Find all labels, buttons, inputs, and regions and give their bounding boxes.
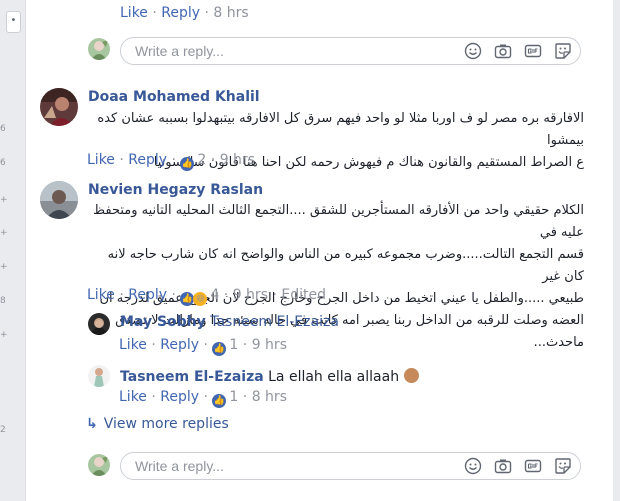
reply-text: La ellah ella allaah [268,369,400,385]
like-reaction-icon: 👍 [212,342,227,356]
commenter-name[interactable]: Nevien Hegazy Raslan [88,182,263,198]
like-link[interactable]: Like [120,5,148,21]
sticker-icon[interactable] [554,457,572,475]
like-link[interactable]: Like [87,152,115,168]
comment-actions: Like · Reply · 👍 2 · 9 hrs [87,152,255,171]
edge-fragment: + [0,195,8,205]
tagged-name[interactable]: Tasneem El-Ezaiza [210,314,339,330]
comment-actions: Like · Reply · 👍 😆 4 · 9 hrs · Edited [87,287,326,306]
reaction-count[interactable]: 👍 2 [180,152,206,171]
comment-text: الكلام حقيقي واحد من الأفارقه المستأجرين… [93,203,584,350]
timestamp[interactable]: 8 hrs [213,5,248,21]
like-reaction-icon: 👍 [180,157,195,171]
edge-fragment: 2 [0,425,6,435]
edge-fragment: 6 [0,158,6,168]
emoji-icon[interactable] [464,457,482,475]
reply-actions: Like · Reply · 👍 1 · 9 hrs [119,337,287,356]
reaction-count[interactable]: 👍 1 [212,337,238,356]
reply-content: Tasneem El-Ezaiza La ellah ella allaah [120,368,419,385]
sticker-icon[interactable] [554,42,572,60]
gif-icon[interactable] [524,42,542,60]
avatar[interactable] [88,38,110,60]
reply-link[interactable]: Reply [160,389,199,405]
reaction-count[interactable]: 👍 😆 4 [180,287,219,306]
reply-link[interactable]: Reply [128,152,167,168]
reply-link[interactable]: Reply [128,287,167,303]
avatar[interactable] [88,454,110,476]
avatar[interactable] [40,88,78,126]
left-panel-edge: • 6 6 + + + 8 + 2 [0,0,26,501]
right-panel-edge [613,0,620,501]
edge-fragment: + [0,228,8,238]
edited-label[interactable]: Edited [281,287,326,303]
reply-link[interactable]: Reply [161,5,200,21]
emoji-glyph [403,368,419,383]
camera-icon[interactable] [494,457,512,475]
reply-box [120,37,581,65]
like-link[interactable]: Like [119,337,147,353]
timestamp[interactable]: 8 hrs [252,389,287,405]
like-link[interactable]: Like [87,287,115,303]
reaction-count[interactable]: 👍 1 [212,389,238,408]
timestamp[interactable]: 9 hrs [252,337,287,353]
view-more-replies-link[interactable]: ↳ View more replies [86,416,229,432]
edge-fragment: + [0,262,8,272]
camera-icon[interactable] [494,42,512,60]
reply-arrow-icon: ↳ [86,416,98,432]
avatar[interactable] [88,365,110,387]
emoji-icon[interactable] [464,42,482,60]
reply-actions: Like · Reply · 👍 1 · 8 hrs [119,389,287,408]
avatar[interactable] [40,181,78,219]
haha-reaction-icon: 😆 [193,292,208,306]
commenter-name[interactable]: Doaa Mohamed Khalil [88,89,260,105]
gif-icon[interactable] [524,457,542,475]
comment-actions: Like · Reply · 8 hrs [120,5,249,21]
edge-fragment: 6 [0,124,6,134]
replier-name[interactable]: Tasneem El-Ezaiza [120,369,264,385]
replier-name[interactable]: May Sobhy [120,314,206,330]
reply-input[interactable] [133,42,437,60]
like-reaction-icon: 👍 [212,394,227,408]
timestamp[interactable]: 9 hrs [220,152,255,168]
edge-fragment: 8 [0,296,6,306]
like-link[interactable]: Like [119,389,147,405]
reply-content: May Sobhy Tasneem El-Ezaiza [120,314,339,330]
like-reaction-icon: 👍 [180,292,195,306]
timestamp[interactable]: 9 hrs [233,287,268,303]
reply-box [120,452,581,480]
panel-toggle-button[interactable]: • [6,11,21,33]
reply-input[interactable] [133,457,437,475]
reply-link[interactable]: Reply [160,337,199,353]
edge-fragment: + [0,330,8,340]
avatar[interactable] [88,313,110,335]
